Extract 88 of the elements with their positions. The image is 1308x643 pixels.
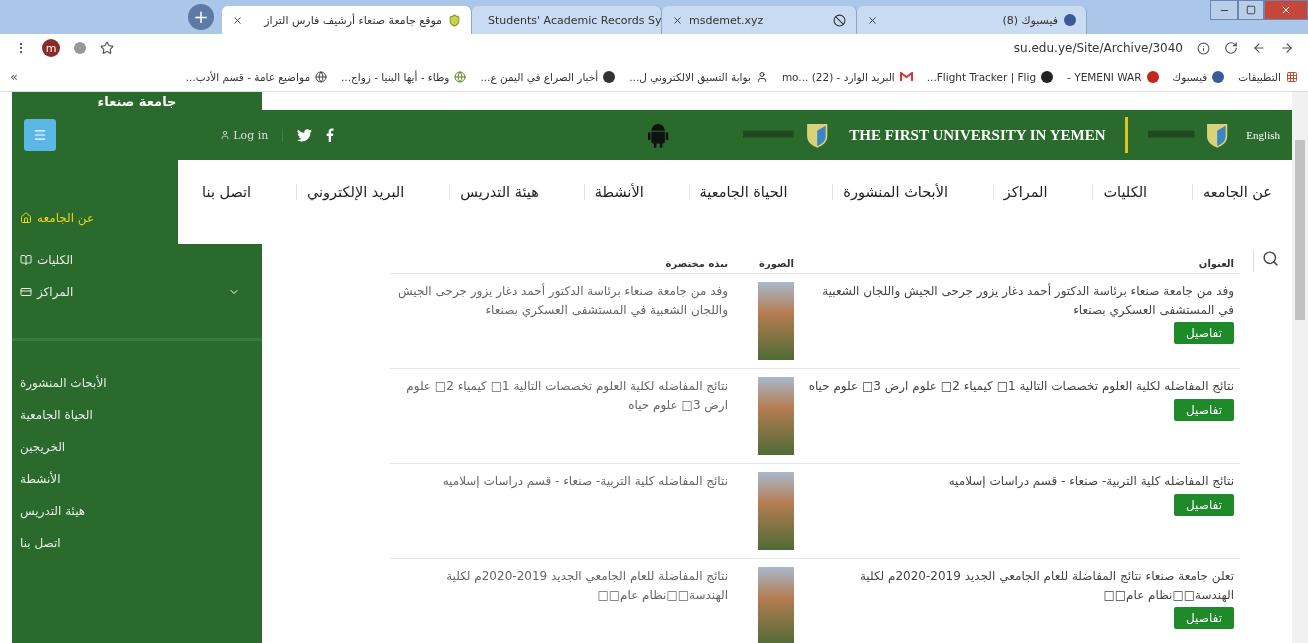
facebook-icon [1212, 70, 1225, 83]
browser-tab[interactable]: فيسبوك (8) [857, 6, 1087, 34]
browser-tab[interactable]: موقع جامعة صنعاء أرشيف فارس التراز [222, 6, 472, 34]
column-header: نبذه مختصرة [664, 257, 729, 272]
tab-title: Students' Academic Records Sy [488, 13, 661, 27]
language-link[interactable]: English [1246, 129, 1280, 141]
nav-link[interactable]: اتصل بنا [192, 184, 262, 200]
sidebar-item[interactable]: اتصل بنا [12, 527, 262, 559]
news-title: نتائج المفاضله كلية التربية- صنعاء - قسم دراسات إسلاميه [948, 473, 1234, 491]
news-title: نتائج المفاضله لكلية العلوم تخصصات التالية 1□ كيمياء 2□ علوم ارض 3□ علوم حياه [808, 378, 1234, 396]
close-icon[interactable] [672, 14, 683, 26]
sidebar-item[interactable]: هيئة التدريس [12, 495, 262, 527]
nav-link[interactable]: الأبحاث المنشورة [832, 184, 958, 200]
new-tab-button[interactable]: + [188, 4, 214, 30]
facebook-icon [1064, 14, 1076, 26]
menu-button[interactable] [24, 119, 57, 151]
news-title: تعلن جامعة صنعاء نتائج المفاضلة للعام الجامعي الجديد 2019-2020م لكلية الهندسة□□نظام عام□□ [858, 568, 1234, 604]
browser-tab[interactable]: msdemet.xyz [662, 6, 857, 34]
tab-title: موقع جامعة صنعاء أرشيف فارس التراز [262, 13, 442, 27]
login-link[interactable]: Log in [220, 128, 284, 142]
close-icon [1280, 4, 1292, 16]
details-button[interactable]: تفاصيل [1174, 607, 1234, 630]
search-icon [1262, 250, 1279, 267]
close-icon[interactable] [867, 14, 878, 26]
circle-icon [1041, 70, 1054, 83]
bookmark-link[interactable]: التطبيقات [1238, 70, 1298, 83]
address-field[interactable]: su.edu.ye/Site/Archive/3040 [1013, 41, 1183, 55]
sidebar-item[interactable]: الأبحاث المنشورة [12, 367, 262, 399]
bookmark-link[interactable]: بوابة التسيق الالكتروني ل... [629, 70, 768, 83]
nav-link[interactable]: هيئة التدريس [449, 184, 549, 200]
mail-icon [899, 71, 913, 82]
bookmark-link[interactable]: YEMENI WAR - [1067, 70, 1159, 83]
bookmark-link[interactable]: فيسبوك [1172, 70, 1225, 83]
column-header: العنوان [1197, 257, 1235, 271]
nav-link[interactable]: عن الجامعه [1191, 184, 1282, 200]
bookmark-link[interactable]: مواضيع عامة - قسم الأدب... [185, 70, 327, 83]
twitter-icon[interactable] [297, 128, 313, 142]
maximize-button[interactable] [1238, 0, 1264, 20]
nav-link[interactable]: المراكز [992, 184, 1058, 200]
menu-icon [33, 128, 48, 142]
news-title: وفد من جامعة صنعاء برئاسة الدكتور أحمد دغار يزور جرحى الجيش واللجان الشعبية في المستشفى العسكري بصنعاء [821, 282, 1234, 319]
info-icon[interactable] [1197, 41, 1210, 55]
close-icon[interactable] [232, 14, 243, 26]
user-icon [220, 130, 231, 140]
globe-icon [315, 70, 327, 83]
home-icon [20, 212, 32, 224]
tab-title: فيسبوك (8) [1001, 13, 1058, 27]
browser-tab[interactable]: Students' Academic Records Sy [472, 6, 662, 34]
sidebar-item[interactable]: المراكز [12, 276, 262, 308]
scrollbar[interactable] [1292, 92, 1308, 643]
apps-grid-icon [1286, 70, 1298, 83]
nav-link[interactable]: البريد الإلكتروني [296, 184, 415, 200]
circle-icon [1146, 70, 1159, 83]
nav-link[interactable]: الأنشطة [583, 184, 654, 200]
extension-icon[interactable] [74, 42, 86, 54]
sidebar-item[interactable]: الكليات [12, 244, 262, 276]
table-cell: نتائج المفاضله لكلية العلوم تخصصات التالية 1□ كيمياء 2□ علوم ارض 3□ علوم حياه [390, 368, 734, 463]
column-header: الصورة [758, 257, 795, 271]
blocked-icon [833, 13, 846, 27]
maximize-icon [1246, 5, 1256, 15]
person-icon [755, 70, 768, 83]
table-cell: نتائج المفاضلة للعام الجامعي الجديد 2019-2020م لكلية الهندسة□□نظام عام□□ [390, 558, 734, 643]
profile-avatar[interactable]: m [42, 39, 60, 57]
bookmark-link[interactable]: Flight Tracker | Flig... [926, 70, 1054, 83]
sidebar-item[interactable]: الخريجين [12, 431, 262, 463]
globe-icon [454, 70, 467, 83]
sidebar-item[interactable]: الحياة الجامعية [12, 399, 262, 431]
site-brand: جامعة صنعاء [12, 92, 262, 110]
nav-link[interactable]: الحياة الجامعية [688, 184, 798, 200]
shield-icon [448, 13, 461, 27]
bookmark-link[interactable]: وطاء - أيها البنيا - زواج... [341, 70, 467, 83]
book-icon [20, 254, 32, 266]
nav-link[interactable]: الكليات [1092, 184, 1158, 200]
more-bookmarks-button[interactable]: » [10, 69, 18, 84]
tagline: THE FIRST UNIVERSITY IN YEMEN [849, 126, 1106, 144]
tab-title: msdemet.xyz [689, 13, 765, 27]
table-cell: نتائج المفاضله كلية التربية- صنعاء - قسم دراسات إسلاميه [390, 463, 734, 558]
bookmark-link[interactable]: البريد الوارد - mo... (22) [781, 70, 913, 83]
details-button[interactable]: تفاصيل [1174, 398, 1234, 421]
table-cell: وفد من جامعة صنعاء برئاسة الدكتور أحمد دغار يزور جرحى الجيش واللجان الشعبية في المستشفى العسكري بصنعاء [390, 273, 734, 368]
details-button[interactable]: تفاصيل [1174, 322, 1234, 345]
star-icon[interactable] [100, 41, 114, 55]
card-icon [20, 286, 32, 298]
reload-icon[interactable] [1224, 41, 1238, 55]
bookmark-link[interactable]: أخبار الصراع في اليمن ع... [480, 70, 616, 83]
details-button[interactable]: تفاصيل [1174, 493, 1234, 516]
sidebar-item[interactable]: الأنشطة [12, 463, 262, 495]
facebook-icon[interactable] [326, 128, 335, 142]
